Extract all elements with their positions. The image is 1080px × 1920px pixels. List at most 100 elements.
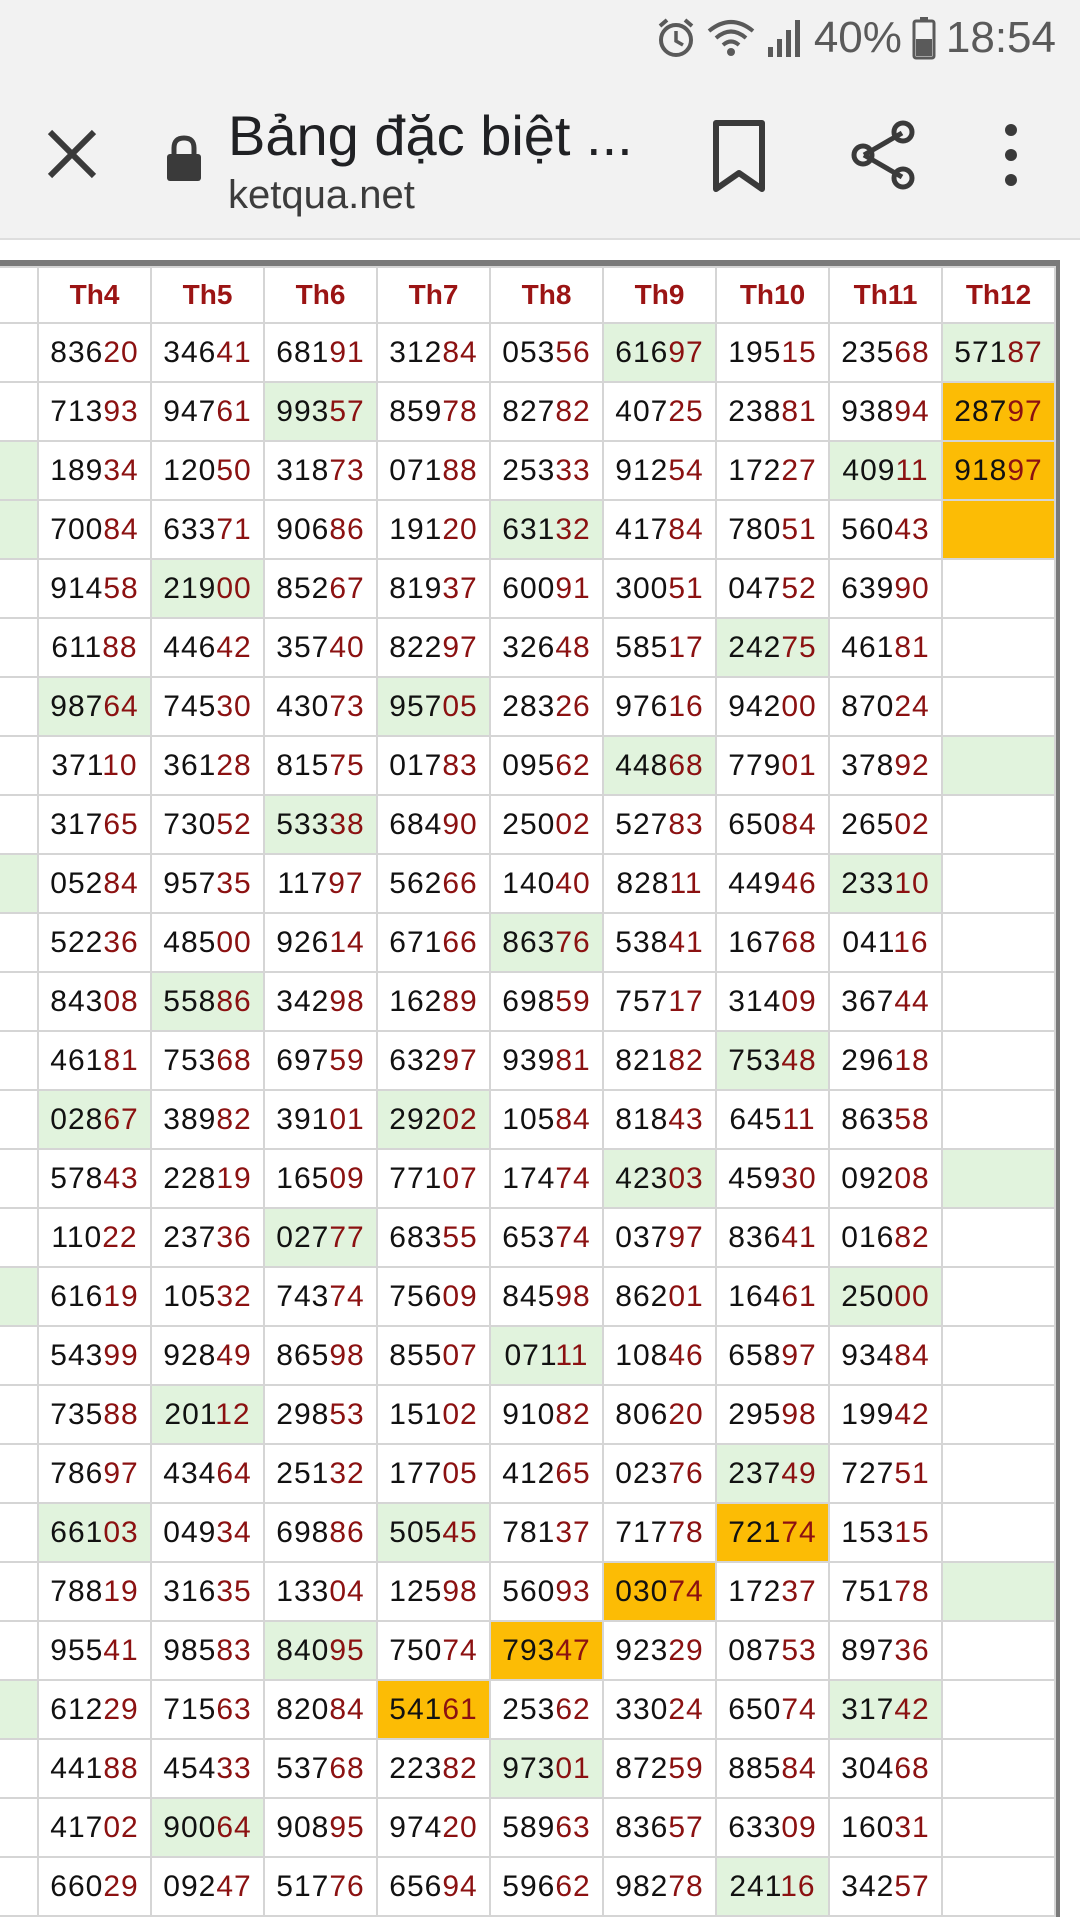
- result-cell: [941, 1620, 1056, 1681]
- result-cell: 75178: [828, 1561, 943, 1622]
- table-row: 7778819316351330412598560930307417237751…: [0, 1561, 1056, 1622]
- result-cell: 10584: [489, 1089, 604, 1150]
- result-cell: 67166: [376, 912, 491, 973]
- page-url[interactable]: ketqua.net: [228, 173, 415, 218]
- result-cell: 16509: [263, 1148, 378, 1209]
- result-cell: 82297: [376, 617, 491, 678]
- result-cell: 23881: [715, 381, 830, 442]
- result-cell: 04116: [828, 912, 943, 973]
- result-cell: 19515: [715, 322, 830, 383]
- result-cell: 28326: [489, 676, 604, 737]
- more-options-button[interactable]: [996, 120, 1026, 190]
- result-cell: 78819: [37, 1561, 152, 1622]
- result-cell: 44188: [37, 1738, 152, 1799]
- close-button[interactable]: [40, 122, 104, 186]
- result-cell: [941, 1856, 1056, 1917]
- result-cell: 25000: [828, 1266, 943, 1327]
- table-row: 0802867389823910129202105848184364511863…: [0, 1089, 1056, 1150]
- table-row: 3691458219008526781937600913005104752639…: [0, 558, 1056, 619]
- signal-icon: [766, 17, 804, 59]
- result-cell: 74374: [263, 1266, 378, 1327]
- result-cell: [941, 1797, 1056, 1858]
- result-cell: 30051: [602, 558, 717, 619]
- result-cell: 09247: [150, 1856, 265, 1917]
- result-cell: 10846: [602, 1325, 717, 1386]
- result-cell: 20112: [150, 1384, 265, 1445]
- page-title[interactable]: Bảng đặc biệt ...: [228, 103, 633, 168]
- result-cell: 77: [0, 1561, 39, 1622]
- result-cell: 10532: [150, 1266, 265, 1327]
- result-cell: 81843: [602, 1089, 717, 1150]
- result-cell: 72751: [828, 1443, 943, 1504]
- result-cell: 63297: [376, 1030, 491, 1091]
- result-cell: 24116: [715, 1856, 830, 1917]
- result-cell: [941, 1502, 1056, 1563]
- bookmark-icon: [713, 120, 765, 192]
- result-cell: 92614: [263, 912, 378, 973]
- result-cell: 39101: [263, 1089, 378, 1150]
- result-cell: 02376: [602, 1443, 717, 1504]
- result-cell: 12050: [150, 440, 265, 501]
- result-cell: 73588: [37, 1384, 152, 1445]
- result-cell: 05356: [489, 322, 604, 383]
- bookmark-button[interactable]: [710, 119, 768, 195]
- result-cell: 11022: [37, 1207, 152, 1268]
- page-content[interactable]: 3Th4Th5Th6Th7Th8Th9Th10Th11Th12 10836203…: [0, 240, 1080, 1920]
- result-cell: 63371: [150, 499, 265, 560]
- result-cell: 05: [0, 1620, 39, 1681]
- result-cell: 91458: [37, 558, 152, 619]
- result-cell: 22382: [376, 1738, 491, 1799]
- result-cell: 16289: [376, 971, 491, 1032]
- result-cell: 23736: [150, 1207, 265, 1268]
- result-cell: 41702: [37, 1797, 152, 1858]
- result-cell: 02777: [263, 1207, 378, 1268]
- column-header: Th6: [263, 266, 378, 324]
- result-cell: 15102: [376, 1384, 491, 1445]
- result-cell: 98278: [602, 1856, 717, 1917]
- result-cell: 36744: [828, 971, 943, 1032]
- result-cell: [941, 971, 1056, 1032]
- column-header: Th12: [941, 266, 1056, 324]
- result-cell: 03074: [602, 1561, 717, 1622]
- result-cell: 81575: [263, 735, 378, 796]
- result-cell: 88584: [715, 1738, 830, 1799]
- table-row: 9984308558863429816289698597571731409367…: [0, 971, 1056, 1032]
- result-cell: 32648: [489, 617, 604, 678]
- result-cell: 52: [0, 1030, 39, 1091]
- result-cell: 77107: [376, 1148, 491, 1209]
- result-cell: 09208: [828, 1148, 943, 1209]
- share-icon: [851, 120, 915, 190]
- result-cell: 87024: [828, 676, 943, 737]
- result-cell: 63990: [828, 558, 943, 619]
- result-cell: 44868: [602, 735, 717, 796]
- result-cell: 82182: [602, 1030, 717, 1091]
- result-cell: 61: [0, 1266, 39, 1327]
- result-cell: 91897: [941, 440, 1056, 501]
- result-cell: 02: [0, 735, 39, 796]
- result-cell: 71778: [602, 1502, 717, 1563]
- result-cell: 19942: [828, 1384, 943, 1445]
- result-cell: 31635: [150, 1561, 265, 1622]
- result-cell: 59: [0, 853, 39, 914]
- result-cell: 25002: [489, 794, 604, 855]
- result-cell: 07188: [376, 440, 491, 501]
- table-row: 3566103049346988650545781377177872174153…: [0, 1502, 1056, 1563]
- result-cell: 19: [0, 1738, 39, 1799]
- table-row: 0031765730525333868490250025278365084265…: [0, 794, 1056, 855]
- result-cell: 23568: [828, 322, 943, 383]
- result-cell: 71393: [37, 381, 152, 442]
- result-cell: 07: [0, 617, 39, 678]
- result-cell: 04934: [150, 1502, 265, 1563]
- share-button[interactable]: [850, 120, 916, 190]
- result-cell: 21900: [150, 558, 265, 619]
- result-cell: [941, 1266, 1056, 1327]
- status-bar: 40% 18:54: [0, 0, 1080, 75]
- result-cell: 12598: [376, 1561, 491, 1622]
- result-cell: 72: [0, 1679, 39, 1740]
- result-cell: 17474: [489, 1148, 604, 1209]
- result-cell: [941, 1148, 1056, 1209]
- result-cell: 45930: [715, 1148, 830, 1209]
- result-cell: 86358: [828, 1089, 943, 1150]
- result-cell: 95541: [37, 1620, 152, 1681]
- result-cell: 65897: [715, 1325, 830, 1386]
